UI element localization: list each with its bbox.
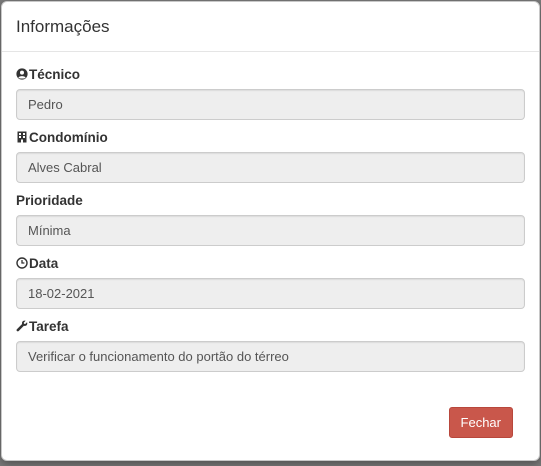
modal-footer: Fechar <box>448 407 513 438</box>
info-modal: Informações Técnico Pedro Condomínio Alv… <box>1 1 540 461</box>
prioridade-group: Prioridade Mínima <box>16 191 525 246</box>
prioridade-label-text: Prioridade <box>16 192 83 208</box>
tecnico-field[interactable]: Pedro <box>16 89 525 120</box>
tarefa-label-text: Tarefa <box>29 318 69 334</box>
modal-header: Informações <box>2 2 539 52</box>
wrench-icon <box>16 320 28 332</box>
data-label-text: Data <box>29 255 59 271</box>
tarefa-label: Tarefa <box>16 317 525 335</box>
tecnico-label: Técnico <box>16 65 525 83</box>
building-icon <box>16 131 28 143</box>
data-group: Data 18-02-2021 <box>16 254 525 309</box>
tecnico-group: Técnico Pedro <box>16 65 525 120</box>
tarefa-field[interactable]: Verificar o funcionamento do portão do t… <box>16 341 525 372</box>
user-circle-icon <box>16 68 28 80</box>
clock-icon <box>16 257 28 269</box>
condominio-label: Condomínio <box>16 128 525 146</box>
data-label: Data <box>16 254 525 272</box>
prioridade-label: Prioridade <box>16 191 525 209</box>
tecnico-label-text: Técnico <box>29 66 81 82</box>
prioridade-field[interactable]: Mínima <box>16 215 525 246</box>
data-field[interactable]: 18-02-2021 <box>16 278 525 309</box>
tarefa-group: Tarefa Verificar o funcionamento do port… <box>16 317 525 372</box>
modal-title: Informações <box>16 17 110 36</box>
modal-body: Técnico Pedro Condomínio Alves Cabral Pr… <box>2 52 539 372</box>
condominio-label-text: Condomínio <box>29 129 108 145</box>
condominio-field[interactable]: Alves Cabral <box>16 152 525 183</box>
condominio-group: Condomínio Alves Cabral <box>16 128 525 183</box>
close-button[interactable]: Fechar <box>448 407 513 438</box>
